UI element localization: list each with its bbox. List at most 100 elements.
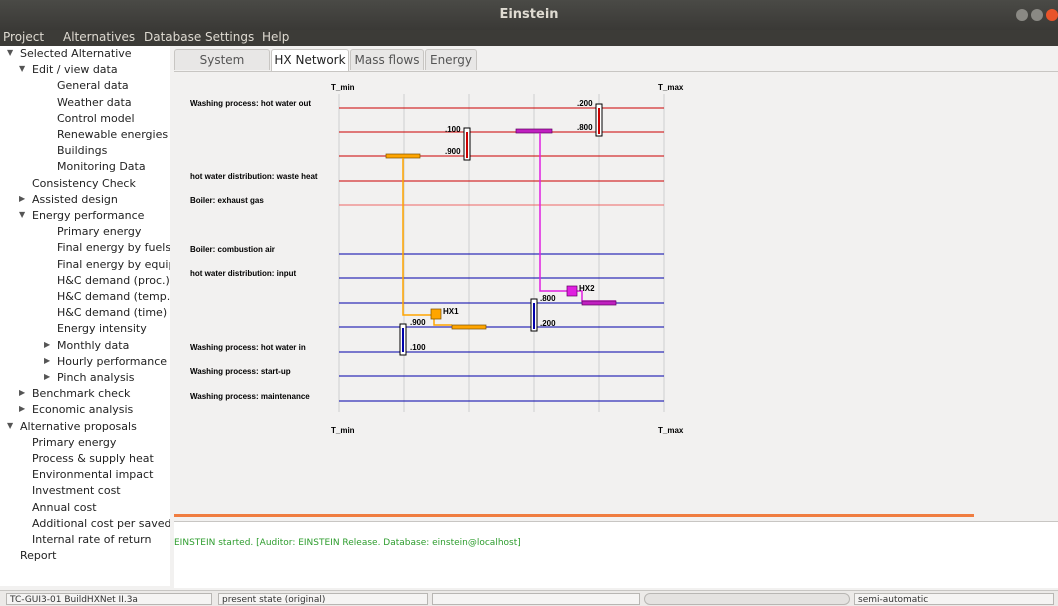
tree-item[interactable]: Additional cost per saved [32, 516, 170, 532]
hx1-cold-split-value: .100 [410, 343, 426, 352]
hx2-hot-split-value: .200 [577, 99, 593, 108]
title-bar: Einstein [0, 0, 1058, 30]
minimize-button[interactable] [1016, 9, 1028, 21]
hx2-hot-split-value: .800 [577, 123, 593, 132]
tree-item[interactable]: General data [57, 78, 129, 94]
menu-database[interactable]: Database [144, 30, 201, 44]
hot-stream-label: Boiler: exhaust gas [190, 196, 264, 205]
tree-item[interactable]: Renewable energies [57, 127, 168, 143]
tree-item[interactable]: H&C demand (temp.) [57, 289, 170, 305]
tree-expander-icon[interactable]: ▼ [19, 64, 25, 73]
t-max-bottom-label: T_max [658, 426, 684, 435]
hx1-marker [430, 308, 442, 320]
hx2-connection-line [539, 133, 616, 302]
tree-item[interactable]: Economic analysis [32, 402, 133, 418]
tree-expander-icon[interactable]: ▶ [19, 404, 25, 413]
tree-item[interactable]: Process & supply heat [32, 451, 154, 467]
tab-system-scheme[interactable]: System scheme [174, 49, 270, 87]
tree-item[interactable]: Investment cost [32, 483, 121, 499]
cold-stream-label: Washing process: start-up [190, 367, 291, 376]
hot-stream-label: Washing process: hot water out [190, 99, 311, 108]
tree-item[interactable]: Report [20, 548, 56, 564]
hx1-cold-split-bar [402, 328, 404, 352]
menu-alternatives[interactable]: Alternatives [63, 30, 135, 44]
hx1-hot-split-value: .100 [445, 125, 461, 134]
tree-item[interactable]: Final energy by equipm [57, 257, 170, 273]
tree-item[interactable]: Selected Alternative [20, 46, 132, 62]
tree-item[interactable]: Benchmark check [32, 386, 130, 402]
hx2-marker [566, 285, 578, 297]
tree-expander-icon[interactable]: ▶ [44, 372, 50, 381]
tree-item[interactable]: H&C demand (time) [57, 305, 167, 321]
tree-item[interactable]: Edit / view data [32, 62, 118, 78]
hx1-cold-split-value: .900 [410, 318, 426, 327]
hx1-connection-line [402, 158, 452, 326]
status-empty [432, 593, 640, 605]
tree-expander-icon[interactable]: ▼ [7, 421, 13, 430]
tab-hx-network[interactable]: HX Network [271, 49, 349, 72]
tree-item[interactable]: Monthly data [57, 338, 129, 354]
hx2-hot-split-bar [598, 108, 600, 134]
close-button[interactable] [1046, 9, 1058, 21]
hx1-cold-end [451, 324, 487, 330]
tree-item[interactable]: Monitoring Data [57, 159, 146, 175]
t-min-top-label: T_min [331, 83, 355, 92]
cold-stream-label: hot water distribution: input [190, 269, 297, 278]
tree-expander-icon[interactable]: ▼ [7, 48, 13, 57]
tab-mass-flows[interactable]: Mass flows [350, 49, 424, 70]
t-max-top-label: T_max [658, 83, 684, 92]
tree-expander-icon[interactable]: ▼ [19, 210, 25, 219]
panel-splitter[interactable] [174, 514, 974, 517]
tree-item[interactable]: Primary energy [57, 224, 141, 240]
cold-stream-label: Washing process: hot water in [190, 343, 306, 352]
navigation-tree: ▼ Selected Alternative ▼ Edit / view data Ge… [0, 46, 170, 586]
hx1-hot-split-bar [466, 132, 468, 158]
tree-item[interactable]: Internal rate of return [32, 532, 151, 548]
hx1-label: HX1 [443, 307, 459, 316]
tree-item[interactable]: Annual cost [32, 500, 97, 516]
maximize-button[interactable] [1031, 9, 1043, 21]
log-message: EINSTEIN started. [Auditor: EINSTEIN Rel… [174, 538, 521, 548]
tree-expander-icon[interactable]: ▶ [44, 356, 50, 365]
hx2-cold-split-value: .200 [540, 319, 556, 328]
hx2-hot-end [515, 128, 553, 134]
menu-help[interactable]: Help [262, 30, 289, 44]
tree-expander-icon[interactable]: ▶ [44, 340, 50, 349]
hx2-cold-split-bar [533, 303, 535, 329]
tree-expander-icon[interactable]: ▶ [19, 388, 25, 397]
tree-item[interactable]: Primary energy [32, 435, 116, 451]
tree-item[interactable]: Buildings [57, 143, 107, 159]
hx2-cold-split-value: .800 [540, 294, 556, 303]
status-state: present state (original) [218, 593, 428, 605]
tree-item[interactable]: H&C demand (proc.) [57, 273, 170, 289]
cold-stream-label: Washing process: maintenance [190, 392, 310, 401]
hot-stream-label: hot water distribution: waste heat [190, 172, 318, 181]
hx-network-panel: T_min T_max T_min T_max Washing process: ho… [174, 71, 1058, 519]
hx1-hot-split-value: .900 [445, 147, 461, 156]
tree-item[interactable]: Energy performance [32, 208, 144, 224]
tree-item[interactable]: Alternative proposals [20, 419, 137, 435]
tree-item[interactable]: Hourly performance da [57, 354, 170, 370]
tree-item[interactable]: Pinch analysis [57, 370, 134, 386]
tree-item[interactable]: Energy intensity [57, 321, 147, 337]
status-mode: semi-automatic [854, 593, 1054, 605]
log-panel: EINSTEIN started. [Auditor: EINSTEIN Rel… [174, 521, 1058, 588]
window-title: Einstein [499, 7, 559, 22]
tree-expander-icon[interactable]: ▶ [19, 194, 25, 203]
hx2-cold-end [581, 300, 617, 306]
tree-item[interactable]: Consistency Check [32, 176, 136, 192]
status-bar: TC-GUI3-01 BuildHXNet II.3a present stat… [0, 590, 1058, 606]
tab-energy[interactable]: Energy [425, 49, 477, 70]
t-min-bottom-label: T_min [331, 426, 355, 435]
tree-item[interactable]: Environmental impact [32, 467, 153, 483]
tree-item[interactable]: Final energy by fuels [57, 240, 170, 256]
tree-item[interactable]: Control model [57, 111, 135, 127]
hx1-hot-end [385, 153, 421, 159]
menu-settings[interactable]: Settings [205, 30, 254, 44]
status-module: TC-GUI3-01 BuildHXNet II.3a [6, 593, 212, 605]
hx-network-diagram: T_min T_max T_min T_max Washing process: ho… [190, 83, 684, 435]
tree-item[interactable]: Weather data [57, 95, 132, 111]
menu-project[interactable]: Project [3, 30, 44, 44]
cold-stream-label: Boiler: combustion air [190, 245, 275, 254]
tree-item[interactable]: Assisted design [32, 192, 118, 208]
